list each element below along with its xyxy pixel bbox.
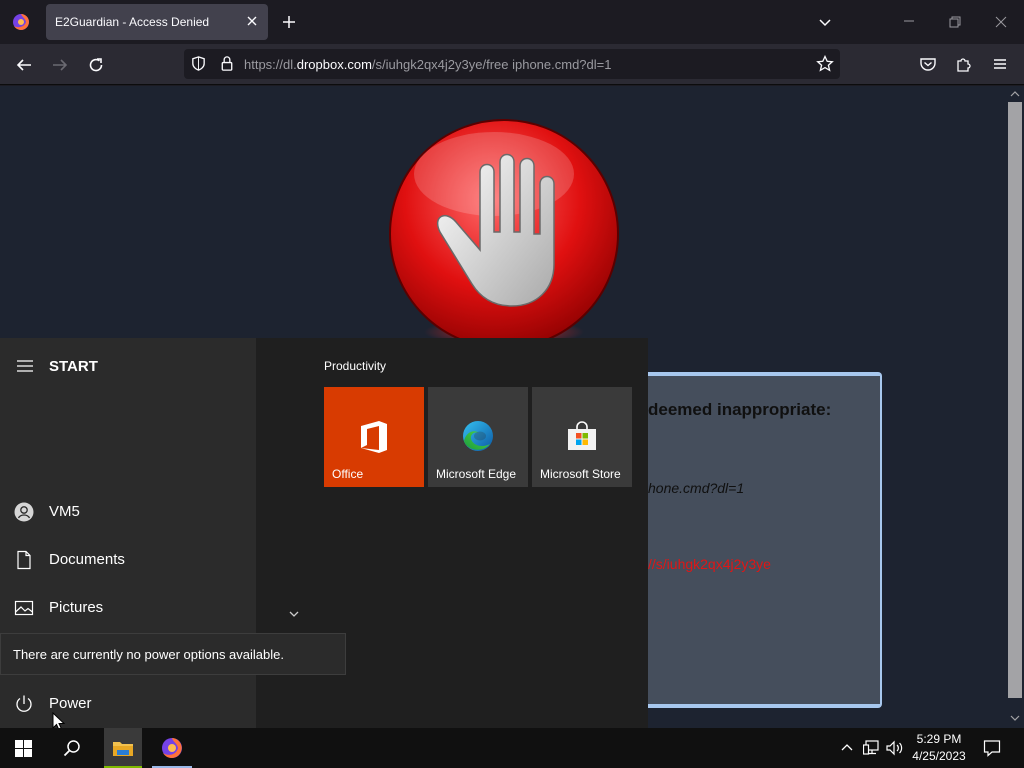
folder-icon (113, 742, 133, 756)
denied-link-text[interactable]: //s/iuhgk2qx4j2y3ye (648, 556, 771, 572)
firefox-icon (162, 738, 182, 758)
tooltip-text: There are currently no power options ava… (13, 647, 284, 662)
user-name: VM5 (49, 503, 80, 520)
hamburger-expand-icon[interactable] (16, 358, 34, 374)
tile-label: Microsoft Store (540, 467, 621, 481)
start-item-label: Pictures (49, 599, 104, 616)
access-denied-info-card: deemed inappropriate: hone.cmd?dl=1 //s/… (648, 372, 882, 708)
start-item-documents[interactable]: Documents (0, 538, 256, 582)
denied-reason-heading: deemed inappropriate: (648, 400, 832, 419)
firefox-taskbar-button[interactable] (152, 728, 192, 768)
start-item-label: Power (49, 695, 92, 712)
tile-group-label[interactable]: Productivity (324, 359, 386, 373)
tracking-protection-shield-icon[interactable] (190, 55, 207, 72)
start-item-label: Documents (49, 551, 125, 568)
page-scrollbar[interactable] (1006, 86, 1024, 728)
network-icon[interactable] (863, 740, 880, 756)
volume-icon[interactable] (886, 740, 904, 756)
search-icon[interactable] (63, 739, 81, 757)
url-text[interactable]: https://dl.dropbox.com/s/iuhgk2qx4j2y3ye… (244, 57, 611, 72)
minimize-window-icon[interactable] (902, 14, 916, 28)
tile-office[interactable]: Office (324, 387, 424, 487)
list-tabs-chevron-icon[interactable] (817, 14, 833, 30)
clock-date[interactable]: 4/25/2023 (906, 749, 972, 763)
stop-hand-icon (389, 119, 619, 344)
navigation-toolbar: https://dl.dropbox.com/s/iuhgk2qx4j2y3ye… (0, 44, 1024, 85)
document-icon (17, 550, 31, 570)
tile-microsoft-edge[interactable]: Microsoft Edge (428, 387, 528, 487)
back-arrow-icon[interactable] (15, 56, 33, 74)
user-account-item[interactable]: VM5 (0, 490, 256, 534)
file-explorer-taskbar-button[interactable] (104, 728, 142, 768)
firefox-menu-icon[interactable] (12, 13, 30, 31)
user-avatar-icon (14, 502, 34, 522)
browser-tab-strip: E2Guardian - Access Denied (0, 0, 1024, 44)
new-tab-icon[interactable] (281, 14, 297, 30)
tile-label: Microsoft Edge (436, 467, 517, 481)
tile-microsoft-store[interactable]: Microsoft Store (532, 387, 632, 487)
power-options-tooltip: There are currently no power options ava… (0, 633, 346, 675)
lock-icon[interactable] (219, 55, 235, 72)
action-center-notification-icon[interactable] (983, 739, 1001, 757)
pictures-icon (14, 600, 34, 616)
forward-arrow-icon[interactable] (51, 56, 69, 74)
power-icon (16, 695, 32, 712)
scrollbar-thumb[interactable] (1008, 102, 1022, 698)
taskbar: 5:29 PM 4/25/2023 (0, 728, 1024, 768)
address-bar[interactable]: https://dl.dropbox.com/s/iuhgk2qx4j2y3ye… (184, 49, 840, 79)
start-item-power[interactable]: Power (0, 682, 256, 726)
restore-window-icon[interactable] (948, 15, 962, 29)
extensions-puzzle-icon[interactable] (955, 55, 973, 73)
clock-time[interactable]: 5:29 PM (910, 732, 968, 746)
pocket-icon[interactable] (919, 55, 937, 73)
hamburger-menu-icon[interactable] (991, 55, 1009, 73)
reload-icon[interactable] (87, 56, 105, 74)
chevron-down-icon[interactable] (288, 609, 300, 619)
scroll-up-arrow-icon[interactable] (1010, 90, 1020, 98)
office-icon (361, 421, 387, 453)
bookmark-star-icon[interactable] (816, 55, 834, 73)
start-title: START (49, 358, 98, 375)
denied-url-text: hone.cmd?dl=1 (648, 480, 745, 496)
close-window-icon[interactable] (994, 15, 1008, 29)
show-hidden-icons-chevron-icon[interactable] (840, 741, 854, 755)
windows-start-icon[interactable] (15, 740, 32, 757)
tile-label: Office (332, 467, 364, 481)
scroll-down-arrow-icon[interactable] (1010, 714, 1020, 722)
edge-icon (463, 421, 493, 451)
tab-title: E2Guardian - Access Denied (55, 15, 210, 29)
store-icon (568, 421, 596, 450)
browser-tab[interactable]: E2Guardian - Access Denied (46, 4, 268, 40)
close-tab-icon[interactable] (244, 13, 260, 29)
start-item-pictures[interactable]: Pictures (0, 586, 256, 630)
